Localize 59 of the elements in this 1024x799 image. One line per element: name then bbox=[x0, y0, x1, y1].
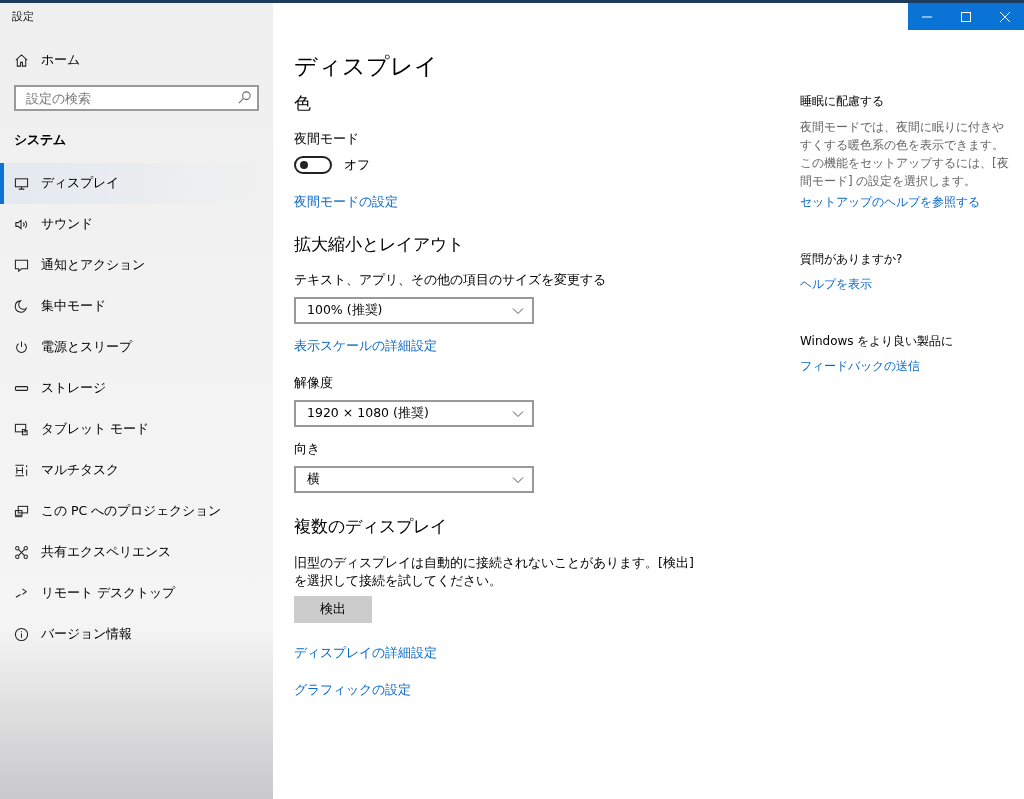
sidebar-item[interactable]: ストレージ bbox=[0, 368, 273, 409]
sidebar-item[interactable]: マルチタスク bbox=[0, 450, 273, 491]
dropdown[interactable]: 横 bbox=[294, 466, 534, 493]
sidebar-item[interactable]: リモート デスクトップ bbox=[0, 573, 273, 614]
aside-text: 夜間モードでは、夜間に眠りに付きやすくする暖色系の色を表示できます。この機能をセットアップするには、[夜間モード] の設定を選択します。 bbox=[800, 119, 1010, 190]
help-link[interactable]: フィードバックの送信 bbox=[800, 358, 920, 375]
sidebar-item[interactable]: 共有エクスペリエンス bbox=[0, 532, 273, 573]
power-icon bbox=[14, 340, 29, 355]
multitask-icon bbox=[14, 463, 29, 478]
dropdown-label: テキスト、アプリ、その他の項目のサイズを変更する bbox=[294, 272, 606, 289]
projection-icon bbox=[14, 504, 29, 519]
settings-link[interactable]: ディスプレイの詳細設定 bbox=[294, 645, 437, 662]
dropdown[interactable]: 100% (推奨) bbox=[294, 297, 534, 324]
settings-link[interactable]: 夜間モードの設定 bbox=[294, 194, 398, 211]
aside-heading: 睡眠に配慮する bbox=[800, 93, 884, 110]
section-heading: 色 bbox=[294, 92, 311, 115]
help-link[interactable]: セットアップのヘルプを参照する bbox=[800, 194, 980, 211]
help-link[interactable]: ヘルプを表示 bbox=[800, 276, 872, 293]
dropdown[interactable]: 1920 × 1080 (推奨) bbox=[294, 400, 534, 427]
page-title: ディスプレイ bbox=[294, 52, 438, 81]
aside-heading: Windows をより良い製品に bbox=[800, 333, 954, 350]
home-nav-item[interactable]: ホーム bbox=[14, 51, 80, 69]
window-title: 設定 bbox=[12, 10, 34, 23]
home-icon bbox=[14, 52, 29, 68]
share-icon bbox=[14, 545, 29, 560]
tablet-icon bbox=[14, 422, 29, 437]
section-heading: 複数のディスプレイ bbox=[294, 515, 447, 538]
description-text: 旧型のディスプレイは自動的に接続されないことがあります。[検出] を選択して接続を試してください。 bbox=[294, 554, 695, 590]
info-icon bbox=[14, 627, 29, 642]
sidebar-item[interactable]: バージョン情報 bbox=[0, 614, 273, 655]
chevron-down-icon bbox=[512, 306, 524, 315]
monitor-icon bbox=[14, 176, 29, 191]
aside-heading: 質問がありますか? bbox=[800, 251, 903, 268]
dropdown-label: 解像度 bbox=[294, 375, 333, 392]
settings-link[interactable]: 表示スケールの詳細設定 bbox=[294, 338, 437, 355]
search-icon bbox=[237, 90, 252, 105]
toggle-label: 夜間モード bbox=[294, 131, 359, 148]
chevron-down-icon bbox=[512, 475, 524, 484]
moon-icon bbox=[14, 299, 29, 314]
dropdown-label: 向き bbox=[294, 441, 320, 458]
close-icon bbox=[999, 11, 1010, 22]
maximize-icon bbox=[961, 11, 971, 22]
sidebar-item[interactable]: この PC へのプロジェクション bbox=[0, 491, 273, 532]
section-heading: 拡大縮小とレイアウト bbox=[294, 233, 464, 256]
search-field[interactable]: 設定の検索 bbox=[14, 85, 259, 111]
toggle-switch[interactable] bbox=[294, 156, 332, 174]
sidebar-item[interactable]: 通知とアクション bbox=[0, 245, 273, 286]
message-icon bbox=[14, 258, 29, 273]
sidebar-item[interactable]: 電源とスリープ bbox=[0, 327, 273, 368]
remote-icon bbox=[14, 586, 29, 601]
detect-button[interactable]: 検出 bbox=[294, 596, 372, 623]
sidebar-item[interactable]: サウンド bbox=[0, 204, 273, 245]
sidebar-item[interactable]: 集中モード bbox=[0, 286, 273, 327]
speaker-icon bbox=[14, 217, 29, 232]
sidebar-item[interactable]: タブレット モード bbox=[0, 409, 273, 450]
settings-link[interactable]: グラフィックの設定 bbox=[294, 682, 411, 699]
toggle-state: オフ bbox=[344, 156, 370, 174]
section-heading: システム bbox=[14, 131, 66, 149]
chevron-down-icon bbox=[512, 409, 524, 418]
